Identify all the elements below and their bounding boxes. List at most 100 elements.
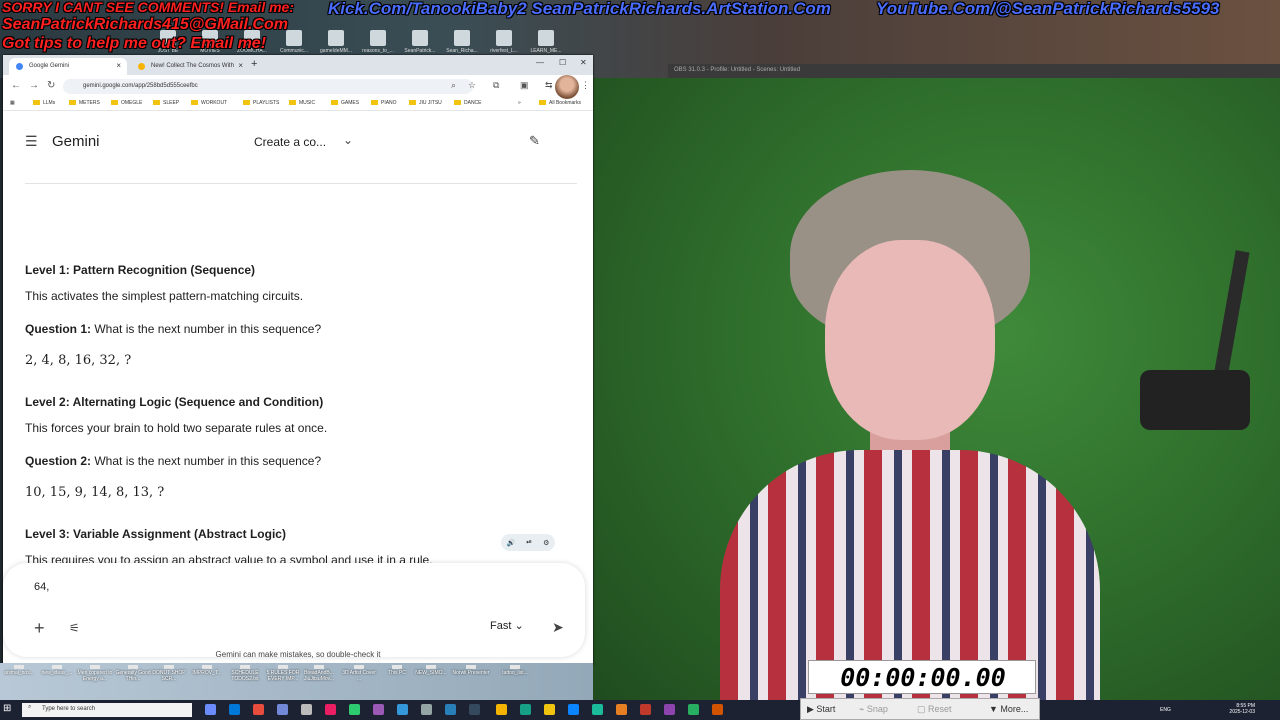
bookmark-sleep[interactable]: SLEEP xyxy=(153,100,179,106)
send-icon[interactable]: ➤ xyxy=(552,619,564,636)
more-bookmarks-icon[interactable]: » xyxy=(518,100,521,106)
bookmark-meters[interactable]: METERS xyxy=(69,100,100,106)
taskbar-search-input[interactable]: ⌕ Type here to search xyxy=(22,703,192,717)
desktop-shortcut-label: animal_nos... xyxy=(4,670,34,676)
app-icon[interactable] xyxy=(325,704,336,715)
chevron-down-icon[interactable]: ⌄ xyxy=(343,133,353,147)
media-controls: 🔊 ⏯ ⚙ xyxy=(501,534,555,551)
app-icon[interactable] xyxy=(349,704,360,715)
desktop-shortcut[interactable]: DONUT SHOP SCR... xyxy=(150,665,188,682)
app-icon[interactable] xyxy=(616,704,627,715)
desktop-shortcut[interactable]: Generally Good THin... xyxy=(114,665,152,682)
app-icon[interactable] xyxy=(592,704,603,715)
tab-collect-cosmos[interactable]: New! Collect The Cosmos With × xyxy=(131,58,249,75)
url-field[interactable]: gemini.google.com/app/258bd5d555ceefbc xyxy=(63,79,473,94)
create-menu-button[interactable]: Create a co... xyxy=(254,135,326,149)
desktop-shortcut[interactable]: tattoo_list... xyxy=(496,665,534,676)
bookmark-workout[interactable]: WORKOUT xyxy=(191,100,227,106)
prompt-input[interactable]: 64, xyxy=(34,581,49,593)
desktop-shortcut[interactable]: SCHEDULE TODOS2.txt xyxy=(226,665,264,682)
app-icon[interactable] xyxy=(520,704,531,715)
edge-icon[interactable] xyxy=(568,704,579,715)
speaker-icon[interactable]: 🔊 xyxy=(507,539,516,547)
app-icon[interactable] xyxy=(421,704,432,715)
kebab-menu-icon[interactable]: ⋮ xyxy=(581,80,590,91)
tools-sliders-icon[interactable]: ⚟ xyxy=(69,621,80,635)
sidepanel-icon[interactable]: ▣ xyxy=(520,80,529,91)
cast-icon[interactable]: ⇆ xyxy=(545,80,553,91)
search-icon: ⌕ xyxy=(28,704,32,710)
close-tab-icon[interactable]: × xyxy=(116,61,121,70)
app-icon[interactable] xyxy=(688,704,699,715)
back-icon[interactable]: ← xyxy=(11,80,21,91)
close-tab-icon[interactable]: × xyxy=(238,61,243,70)
all-bookmarks[interactable]: All Bookmarks xyxy=(539,100,581,106)
minimize-icon[interactable]: — xyxy=(536,58,544,67)
chrome-icon[interactable] xyxy=(496,704,507,715)
app-icon[interactable] xyxy=(712,704,723,715)
desktop-shortcut[interactable]: BreadAndB... JiuJitsuMov... xyxy=(300,665,338,682)
reload-icon[interactable]: ↻ xyxy=(47,80,55,91)
model-mode-select[interactable]: Fast ⌄ xyxy=(490,619,524,632)
bookmark-star-icon[interactable]: ☆ xyxy=(468,80,476,91)
close-window-icon[interactable]: ✕ xyxy=(580,58,587,67)
bookmark-piano[interactable]: PIANO xyxy=(371,100,397,106)
desktop-shortcut[interactable]: Men copared to Energy a... xyxy=(76,665,114,682)
stopwatch-controls: ▶ Start ⌁ Snap ▢ Reset ▼ More... xyxy=(800,698,1040,720)
desktop-shortcut[interactable]: This PC xyxy=(378,665,416,676)
bookmark-playlists[interactable]: PLAYLISTS xyxy=(243,100,279,106)
app-icon[interactable] xyxy=(397,704,408,715)
hamburger-menu-icon[interactable]: ☰ xyxy=(25,133,38,150)
app-icon[interactable] xyxy=(469,704,480,715)
app-icon[interactable] xyxy=(253,704,264,715)
more-button[interactable]: ▼ More... xyxy=(989,704,1028,714)
extensions-icon[interactable]: ⧉ xyxy=(493,80,499,91)
obs-icon[interactable] xyxy=(301,704,312,715)
bookmark-omegle[interactable]: OMEGLE xyxy=(111,100,142,106)
play-pause-icon[interactable]: ⏯ xyxy=(526,539,532,547)
apps-grid-icon[interactable]: ▦ xyxy=(10,100,15,106)
desktop-shortcut[interactable]: animal_nos... xyxy=(0,665,38,676)
address-bar-row: ← → ↻ gemini.google.com/app/258bd5d555ce… xyxy=(3,75,593,97)
bookmark-music[interactable]: MUSIC xyxy=(289,100,315,106)
forward-icon[interactable]: → xyxy=(29,80,39,91)
page-favicon-icon xyxy=(138,63,145,70)
bookmark-games[interactable]: GAMES xyxy=(331,100,359,106)
new-tab-icon[interactable]: + xyxy=(251,58,257,70)
app-title: Gemini xyxy=(52,133,100,150)
desktop-shortcut-label: SeanPatrick... xyxy=(404,48,436,54)
desktop-shortcut[interactable]: new_ideas_... xyxy=(38,665,76,676)
zoom-icon[interactable]: ⌕ xyxy=(451,80,456,91)
snap-button[interactable]: ⌁ Snap xyxy=(859,704,888,715)
settings-gear-icon[interactable]: ⚙ xyxy=(543,539,549,547)
photoshop-icon[interactable] xyxy=(445,704,456,715)
bookmark-dance[interactable]: DANCE xyxy=(454,100,482,106)
math-sequence: 10, 15, 9, 14, 8, 13, ? xyxy=(25,485,165,500)
desktop-shortcut[interactable]: 3D Artist Cover ... xyxy=(340,665,378,682)
new-chat-edit-icon[interactable]: ✎ xyxy=(529,133,540,149)
powershell-icon[interactable] xyxy=(229,704,240,715)
desktop-shortcut[interactable]: Norwii Presenter xyxy=(452,665,490,676)
app-icon[interactable] xyxy=(640,704,651,715)
app-icon[interactable] xyxy=(373,704,384,715)
system-tray[interactable]: ENG 8:55 PM 2025-12-03 xyxy=(1160,703,1255,715)
maximize-icon[interactable]: ☐ xyxy=(559,58,566,67)
paragraph: This activates the simplest pattern-matc… xyxy=(25,289,304,303)
streamer-webcam-image xyxy=(720,170,1100,720)
avatar[interactable] xyxy=(555,75,579,99)
bookmark-jiu-jitsu[interactable]: JIU JITSU xyxy=(409,100,442,106)
desktop-shortcut[interactable]: IMPROV_T... xyxy=(188,665,226,676)
bookmark-llms[interactable]: LLMs xyxy=(33,100,55,106)
desktop-shortcut[interactable]: 5 RULES FOR EVERY IMP... xyxy=(264,665,302,682)
start-button[interactable]: ▶ Start xyxy=(807,704,835,715)
add-attachment-icon[interactable]: + xyxy=(34,618,45,639)
file-explorer-icon[interactable] xyxy=(544,704,555,715)
obs-title-bar: OBS 31.0.3 - Profile: Untitled - Scenes:… xyxy=(668,64,1280,78)
discord-icon[interactable] xyxy=(277,704,288,715)
reset-button[interactable]: ▢ Reset xyxy=(917,704,952,715)
desktop-shortcut[interactable]: NEW_SIMO... xyxy=(412,665,450,676)
app-icon[interactable] xyxy=(664,704,675,715)
task-view-icon[interactable] xyxy=(205,704,216,715)
tab-google-gemini[interactable]: Google Gemini × xyxy=(9,58,127,75)
windows-start-icon[interactable]: ⊞ xyxy=(3,703,11,714)
